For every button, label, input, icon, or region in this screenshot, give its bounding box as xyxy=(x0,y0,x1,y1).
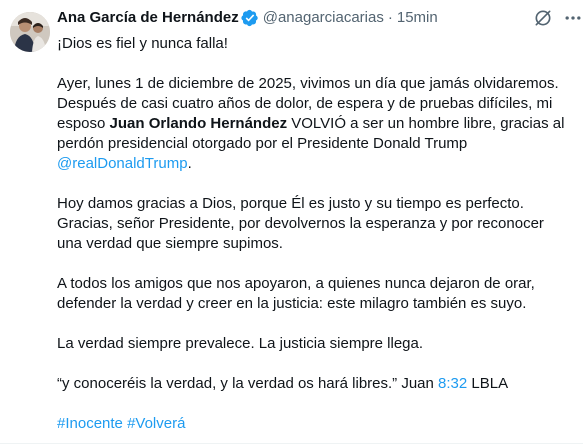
tweet-text-span: esposo xyxy=(57,115,110,132)
tweet-content: Ana García de Hernández @anagarciacarias… xyxy=(57,0,571,434)
tweet-line: Después de casi cuatro años de dolor, de… xyxy=(57,95,553,112)
bible-reference-link[interactable]: 8:32 xyxy=(438,375,467,392)
tweet-line: esposo Juan Orlando Hernández VOLVIÓ a s… xyxy=(57,114,571,134)
more-dots-icon[interactable] xyxy=(563,8,583,28)
avatar[interactable] xyxy=(10,12,50,52)
tweet-card[interactable]: Ana García de Hernández @anagarciacarias… xyxy=(0,0,583,444)
hashtag-link[interactable]: #Inocente xyxy=(57,415,123,432)
tweet-line: La verdad siempre prevalece. La justicia… xyxy=(57,335,424,352)
tweet-line: perdón presidencial otorgado por el Pres… xyxy=(57,135,468,152)
tweet-text: ¡Dios es fiel y nunca falla! Ayer, lunes… xyxy=(57,34,571,434)
tweet-header: Ana García de Hernández @anagarciacarias… xyxy=(57,0,571,34)
hashtag-link[interactable]: #Volverá xyxy=(127,415,185,432)
tweet-line: @realDonaldTrump. xyxy=(57,154,571,174)
tweet-line: Gracias, señor Presidente, por devolvern… xyxy=(57,215,544,232)
tweet-text-span: “y conoceréis la verdad, y la verdad os … xyxy=(57,375,439,392)
hashtags: #Inocente #Volverá xyxy=(57,414,571,434)
tweet-text-span: LBLA xyxy=(467,375,509,392)
tweet-line: Hoy damos gracias a Dios, porque Él es j… xyxy=(57,195,524,212)
tweet-line: A todos los amigos que nos apoyaron, a q… xyxy=(57,275,535,292)
tweet-line: Ayer, lunes 1 de diciembre de 2025, vivi… xyxy=(57,75,559,92)
tweet-timestamp[interactable]: 15min xyxy=(397,8,438,28)
tweet-line: ¡Dios es fiel y nunca falla! xyxy=(57,35,228,52)
tweet-line: “y conoceréis la verdad, y la verdad os … xyxy=(57,374,571,394)
grok-icon[interactable] xyxy=(533,8,553,28)
tweet-line: una verdad que siempre supimos. xyxy=(57,235,283,252)
mention-link[interactable]: @realDonaldTrump xyxy=(57,155,188,172)
tweet-text-span: VOLVIÓ a ser un hombre libre, gracias al xyxy=(287,115,565,132)
author-handle[interactable]: @anagarciacarias xyxy=(263,8,384,28)
header-separator: · xyxy=(387,9,393,26)
avatar-image xyxy=(10,12,50,52)
bold-name: Juan Orlando Hernández xyxy=(109,115,288,132)
tweet-line: defender la verdad y creer en la justici… xyxy=(57,295,527,312)
verified-badge-icon[interactable] xyxy=(241,9,259,27)
tweet-text-span: . xyxy=(187,155,192,172)
author-name[interactable]: Ana García de Hernández xyxy=(57,8,239,28)
